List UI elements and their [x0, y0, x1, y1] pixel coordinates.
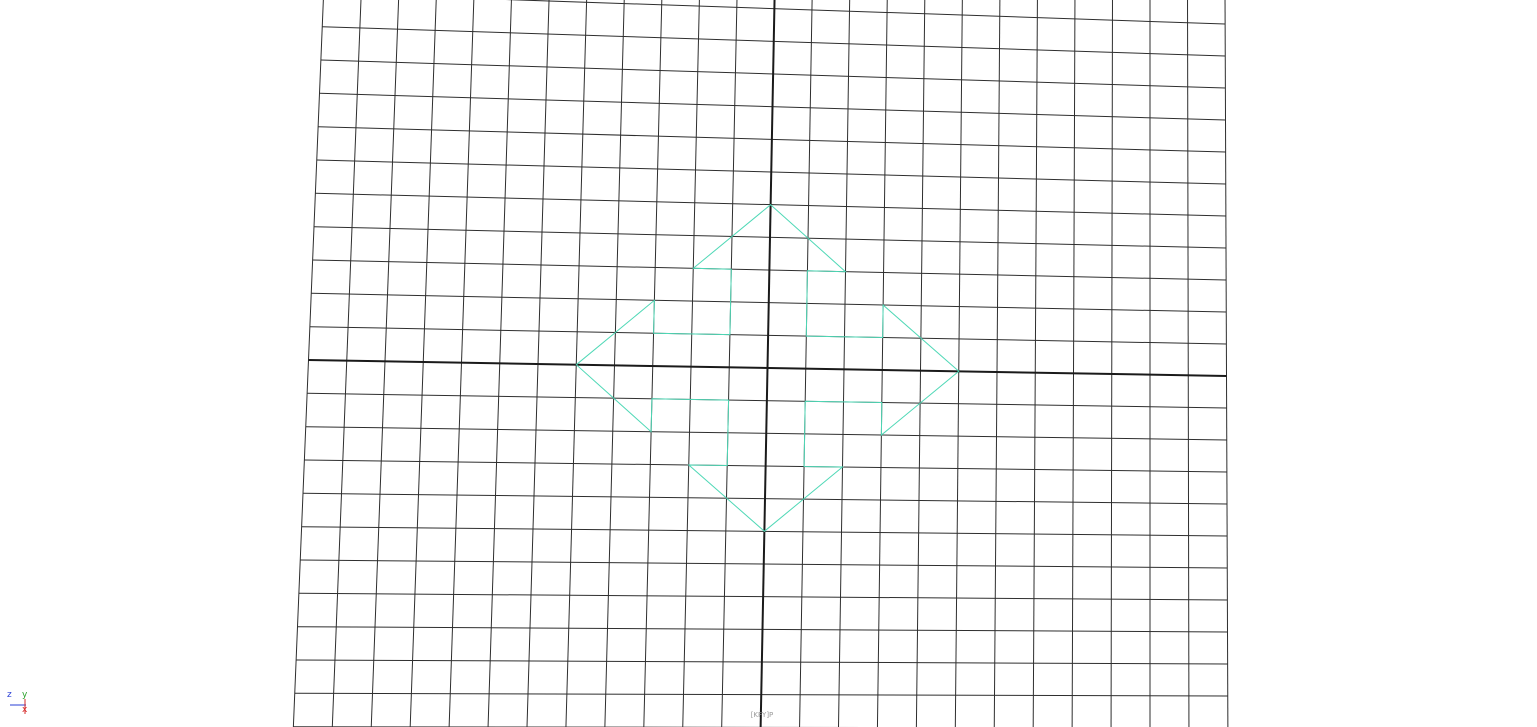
grid-line-vertical: [1110, 0, 1113, 727]
grid-line-vertical: [993, 0, 1001, 727]
grid-axis-vertical: [759, 0, 776, 727]
grid-line-vertical: [1187, 0, 1190, 727]
grid-origin-axes: [308, 0, 1227, 727]
grid-line-vertical: [915, 0, 926, 727]
grid-line-vertical: [682, 0, 700, 727]
grid-line-vertical: [292, 0, 324, 727]
viewport-canvas[interactable]: [0, 0, 1537, 727]
grid-line-vertical: [409, 0, 437, 727]
modeling-viewport[interactable]: z y x [KFY]P: [0, 0, 1537, 727]
axis-y-label: y: [22, 690, 28, 700]
grid-line-vertical: [643, 0, 663, 727]
axis-x-label: x: [22, 705, 28, 715]
ground-grid: [292, 0, 1229, 727]
camera-name-label: [KFY]P: [750, 711, 774, 719]
grid-line-vertical: [954, 0, 963, 727]
axis-z-label: z: [7, 690, 12, 700]
grid-line-vertical: [721, 0, 738, 727]
grid-line-vertical: [799, 0, 813, 727]
grid-line-vertical: [604, 0, 625, 727]
grid-line-vertical: [565, 0, 588, 727]
grid-line-vertical: [876, 0, 888, 727]
grid-line-vertical: [1224, 0, 1229, 727]
grid-line-vertical: [370, 0, 400, 727]
view-axis-gizmo: z y x: [4, 688, 32, 720]
grid-line-vertical: [331, 0, 362, 727]
grid-line-vertical: [1071, 0, 1076, 727]
grid-line-vertical: [1032, 0, 1038, 727]
